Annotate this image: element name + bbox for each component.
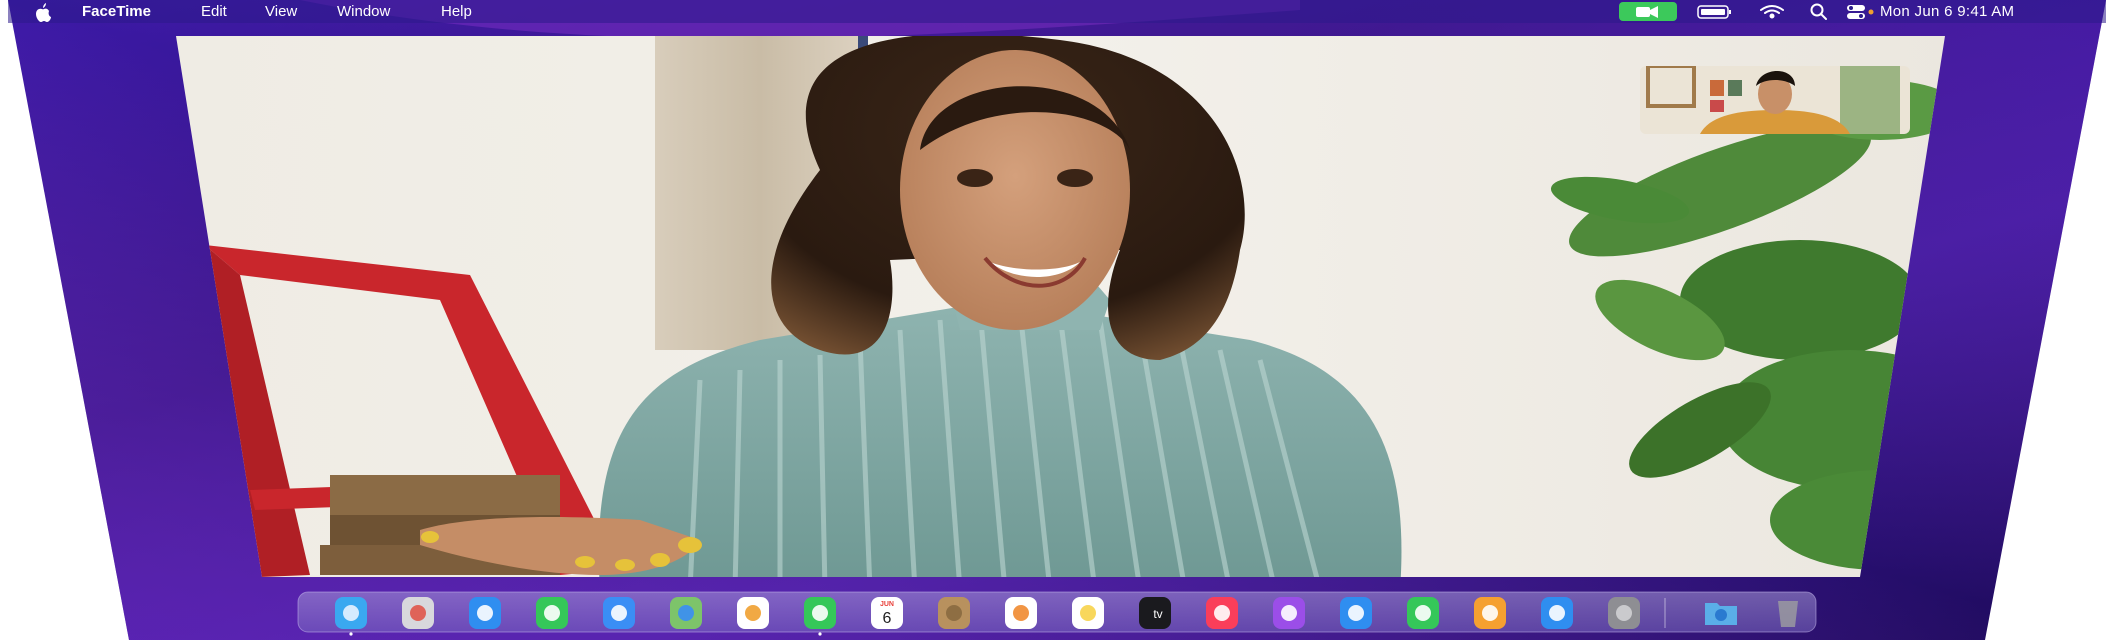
menu-app-facetime[interactable]: FaceTime [82,2,151,22]
menu-help[interactable]: Help [441,2,472,22]
facetime-video-window[interactable] [170,30,1990,590]
reminders-icon[interactable]: Reminders [1005,597,1037,629]
menu-window[interactable]: Window [337,2,390,22]
calendar-icon[interactable]: CalendarJUN6 [871,597,903,629]
trash-icon[interactable]: Trash [1778,601,1798,627]
dock [297,591,1817,633]
calendar-month-label: JUN [880,601,894,608]
finder-icon[interactable]: Finder [335,597,367,629]
menu-bar-items: FaceTime Edit View Window Help [20,0,2090,23]
numbers-icon[interactable]: Numbers [1407,597,1439,629]
notes-icon[interactable]: Notes [1072,597,1104,629]
menu-view[interactable]: View [265,2,297,22]
app-store-icon[interactable]: App Store [1541,597,1573,629]
self-view-pip[interactable] [1640,66,1910,134]
screen-canvas: Finder Launchpad Safari Messages Mail Maps Pho… [8,0,2106,640]
facetime-icon[interactable]: FaceTime [804,597,836,629]
music-icon[interactable]: Music [1206,597,1238,629]
podcasts-icon[interactable]: Podcasts [1273,597,1305,629]
messages-icon[interactable]: Messages [536,597,568,629]
downloads-folder-icon[interactable]: Downloads [1705,603,1737,625]
system-preferences-icon[interactable]: System Preferences [1608,597,1640,629]
safari-icon[interactable]: Safari [469,597,501,629]
photos-icon[interactable]: Photos [737,597,769,629]
macbook-screen-stage: Finder Launchpad Safari Messages Mail Maps Pho… [0,0,2114,640]
tv-icon-label: tv [1153,607,1162,621]
dock-running-indicator [818,632,822,636]
menu-bar-clock[interactable]: Mon Jun 6 9:41 AM [1880,2,2014,22]
maps-icon[interactable]: Maps [670,597,702,629]
contacts-icon[interactable]: Contacts [938,597,970,629]
dock-background [297,591,1817,633]
calendar-day-label: 6 [883,610,892,627]
menu-edit[interactable]: Edit [201,2,227,22]
keynote-icon[interactable]: Keynote [1340,597,1372,629]
launchpad-icon[interactable]: Launchpad [402,597,434,629]
pages-icon[interactable]: Pages [1474,597,1506,629]
mail-icon[interactable]: Mail [603,597,635,629]
tv-icon[interactable]: TV tv [1139,597,1171,629]
dock-running-indicator [349,632,353,636]
